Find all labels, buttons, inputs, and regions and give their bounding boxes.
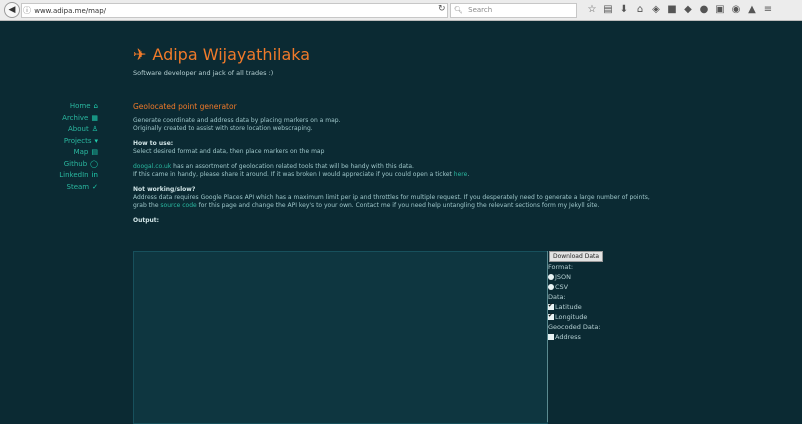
- user-icon: ♙: [91, 125, 98, 133]
- home-icon: ⌂: [93, 102, 98, 110]
- checkbox-icon[interactable]: [548, 311, 554, 321]
- extension-icon[interactable]: ▲: [746, 3, 758, 17]
- back-button[interactable]: ◀: [4, 2, 20, 18]
- sidebar-item-map[interactable]: Map ▤: [20, 147, 98, 159]
- search-input[interactable]: 🔍︎ Search: [450, 3, 577, 18]
- radio-icon[interactable]: [548, 274, 554, 280]
- format-label: Format:: [548, 263, 574, 271]
- reload-icon[interactable]: ↻: [438, 3, 446, 16]
- main-content: Geolocated point generator Generate coor…: [133, 103, 713, 232]
- map-canvas[interactable]: [133, 251, 548, 424]
- steam-icon: ✓: [92, 182, 98, 191]
- format-option-json[interactable]: JSON: [548, 272, 608, 282]
- url-bar[interactable]: ⓘ www.adipa.me/map/: [21, 3, 448, 18]
- sidebar-item-projects[interactable]: Projects ▾: [20, 136, 98, 148]
- radio-icon[interactable]: [548, 284, 554, 290]
- intro-text: Generate coordinate and address data by …: [133, 117, 341, 132]
- search-placeholder: Search: [468, 6, 493, 14]
- output-label: Output:: [133, 217, 160, 224]
- site-header: ✈ Adipa Wijayathilaka Software developer …: [133, 45, 310, 77]
- archive-icon: ▦: [91, 113, 98, 122]
- notworking-heading: Not working/slow?: [133, 186, 196, 193]
- download-data-button[interactable]: Download Data: [549, 251, 603, 262]
- reading-list-icon[interactable]: ▤: [602, 3, 614, 17]
- options-panel: Download Data Format: JSON CSV Data: Lat…: [547, 251, 608, 422]
- notworking-section: Not working/slow? Address data requires …: [133, 186, 650, 209]
- sidebar-item-about[interactable]: About ♙: [20, 124, 98, 136]
- ticket-link[interactable]: here: [454, 171, 468, 178]
- github-icon: ◯: [90, 159, 98, 168]
- sidebar-item-steam[interactable]: Steam ✓: [20, 182, 98, 194]
- search-icon: 🔍︎: [454, 6, 463, 14]
- sidebar-item-home[interactable]: Home ⌂: [20, 101, 98, 113]
- data-option-longitude[interactable]: Longitude: [548, 311, 608, 322]
- resources-section: doogal.co.uk has an assortment of geoloc…: [133, 163, 470, 178]
- linkedin-icon: in: [91, 171, 98, 179]
- extension-icon[interactable]: ◉: [730, 3, 742, 17]
- site-title[interactable]: ✈ Adipa Wijayathilaka: [133, 45, 310, 64]
- map-icon: ▤: [91, 148, 98, 156]
- geocoded-option-address[interactable]: Address: [548, 332, 608, 342]
- extension-icon[interactable]: ◆: [682, 3, 694, 17]
- extension-icon[interactable]: ▣: [714, 3, 726, 17]
- source-code-link[interactable]: source code: [160, 202, 196, 209]
- download-icon[interactable]: ⬇: [618, 3, 630, 17]
- browser-toolbar: ◀ ⓘ www.adipa.me/map/ ↻ 🔍︎ Search ☆ ▤ ⬇ …: [0, 0, 802, 21]
- url-text: www.adipa.me/map/: [34, 7, 107, 15]
- howto-heading: How to use:: [133, 140, 174, 147]
- howto-text: Select desired format and data, then pla…: [133, 148, 325, 155]
- sidebar: Home ⌂ Archive ▦ About ♙ Projects ▾ Map ▤ Git…: [20, 101, 98, 193]
- geocoded-label: Geocoded Data:: [548, 323, 601, 331]
- page: ✈ Adipa Wijayathilaka Software developer …: [0, 21, 802, 424]
- format-option-csv[interactable]: CSV: [548, 282, 608, 292]
- info-icon[interactable]: ⓘ: [22, 4, 32, 17]
- sidebar-item-github[interactable]: Github ◯: [20, 159, 98, 171]
- page-title: Geolocated point generator: [133, 102, 237, 111]
- menu-icon[interactable]: ≡: [762, 3, 774, 17]
- site-tagline: Software developer and jack of all trade…: [133, 69, 274, 77]
- checkbox-icon[interactable]: [548, 301, 554, 311]
- sidebar-item-linkedin[interactable]: LinkedIn in: [20, 170, 98, 182]
- howto-section: How to use: Select desired format and da…: [133, 140, 713, 156]
- rocket-icon: ✈: [133, 45, 147, 64]
- extension-icon[interactable]: ●: [698, 3, 710, 17]
- data-option-latitude[interactable]: Latitude: [548, 301, 608, 312]
- toolbar-icons: ☆ ▤ ⬇ ⌂ ◈ ■ ◆ ● ▣ ◉ ▲ ≡: [586, 3, 774, 17]
- checkbox-icon[interactable]: [548, 334, 554, 340]
- data-label: Data:: [548, 293, 566, 301]
- home-icon[interactable]: ⌂: [634, 3, 646, 17]
- pocket-icon[interactable]: ◈: [650, 3, 662, 17]
- bookmark-star-icon[interactable]: ☆: [586, 3, 598, 17]
- doogal-link[interactable]: doogal.co.uk: [133, 163, 171, 170]
- extension-icon[interactable]: ■: [666, 3, 678, 17]
- sidebar-item-archive[interactable]: Archive ▦: [20, 113, 98, 125]
- caret-down-icon: ▾: [94, 136, 98, 145]
